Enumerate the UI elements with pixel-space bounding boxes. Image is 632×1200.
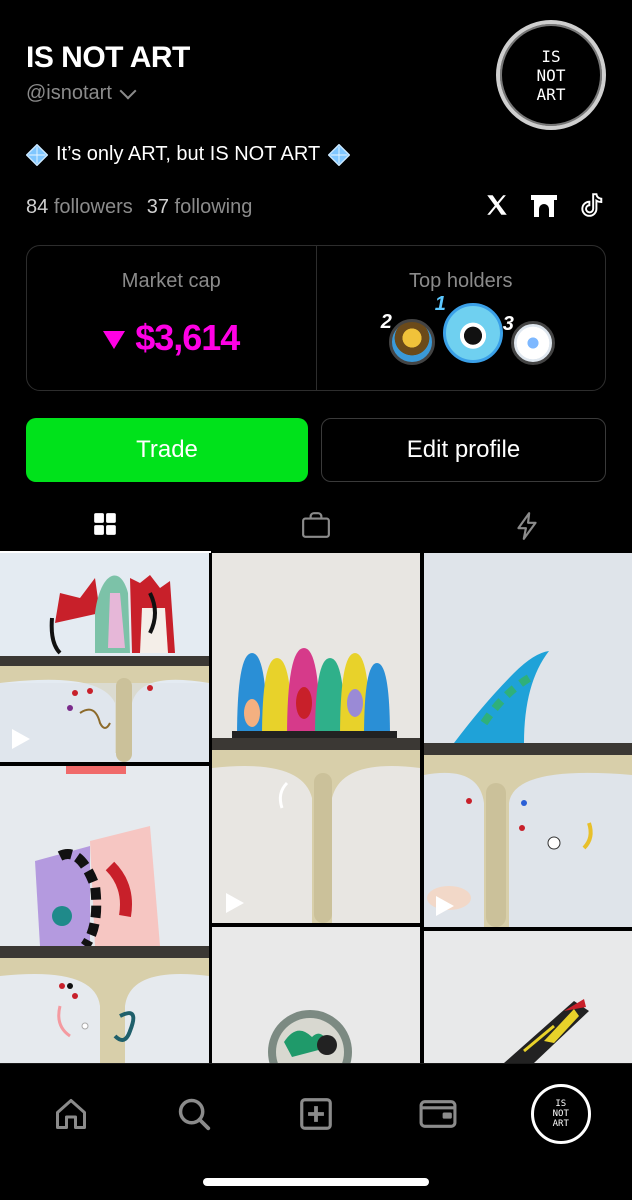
search-icon [178,1098,210,1131]
post-tile[interactable] [212,553,420,923]
profile-avatar: IS NOT ART [530,1084,591,1144]
video-play-icon [12,729,30,749]
post-tile[interactable] [212,927,420,1063]
market-card: Market cap $3,614 Top holders 2 1 3 [26,245,606,391]
nav-search[interactable] [162,1082,226,1146]
lightning-icon [517,512,537,540]
profile-avatar[interactable]: IS NOT ART [496,20,606,130]
bio-text: It’s only ART, but IS NOT ART [56,143,321,165]
market-cap-section[interactable]: Market cap $3,614 [27,246,316,390]
x-icon[interactable] [484,192,510,218]
following-link[interactable]: 37 following [147,196,253,219]
top-holders-label: Top holders [409,270,513,292]
profile-bio: It’s only ART, but IS NOT ART [26,143,351,166]
home-indicator [203,1178,429,1186]
holder-rank-badge: 1 [434,293,446,315]
diamond-emoji-icon [26,143,48,166]
post-grid [0,553,632,1063]
trend-down-icon [103,331,126,349]
holder-rank-badge: 2 [380,311,392,333]
diamond-emoji-icon [328,143,351,166]
post-tile[interactable] [0,766,209,1063]
holder-rank-badge: 3 [502,313,514,335]
edit-profile-button[interactable]: Edit profile [321,418,606,482]
post-tile[interactable] [0,553,209,762]
chevron-down-icon [119,82,137,99]
nav-profile[interactable]: IS NOT ART [529,1082,593,1146]
create-icon [300,1098,332,1130]
market-cap-value-row: $3,614 [103,317,240,359]
post-artwork [424,651,632,927]
wallet-icon [419,1100,457,1128]
profile-handle: @isnotart [26,82,112,104]
top-holders-section[interactable]: Top holders 2 1 3 [315,246,606,390]
market-cap-label: Market cap [121,270,221,292]
bridge-icon[interactable] [530,192,558,218]
tab-shop[interactable] [211,505,422,553]
video-play-icon [226,893,244,913]
avatar-logo: IS NOT ART [536,46,566,104]
profile-tabs [0,505,632,553]
trade-button[interactable]: Trade [26,418,308,482]
follow-stats: 84 followers 37 following [26,196,252,219]
social-links [484,192,604,218]
video-play-icon [436,896,454,916]
market-cap-value: $3,614 [135,317,240,358]
nav-wallet[interactable] [406,1082,470,1146]
shop-bag-icon [302,512,330,538]
post-artwork [268,1010,352,1063]
holder-avatar-3[interactable] [510,321,555,365]
grid-icon [94,513,117,535]
post-tile[interactable] [424,931,632,1063]
post-artwork [212,648,420,923]
post-artwork [0,575,209,762]
nav-create[interactable] [284,1082,348,1146]
post-artwork [504,999,589,1063]
tiktok-icon[interactable] [578,192,604,218]
tab-posts[interactable] [0,505,211,553]
post-artwork [0,766,209,1063]
post-tile[interactable] [424,553,632,927]
followers-link[interactable]: 84 followers [26,196,133,219]
tab-activity[interactable] [421,505,632,553]
nav-home[interactable] [39,1082,103,1146]
home-icon [56,1099,87,1129]
top-holders-avatars: 2 1 3 [361,293,561,375]
holder-avatar-2[interactable] [388,319,435,365]
holder-avatar-1[interactable] [442,303,503,363]
